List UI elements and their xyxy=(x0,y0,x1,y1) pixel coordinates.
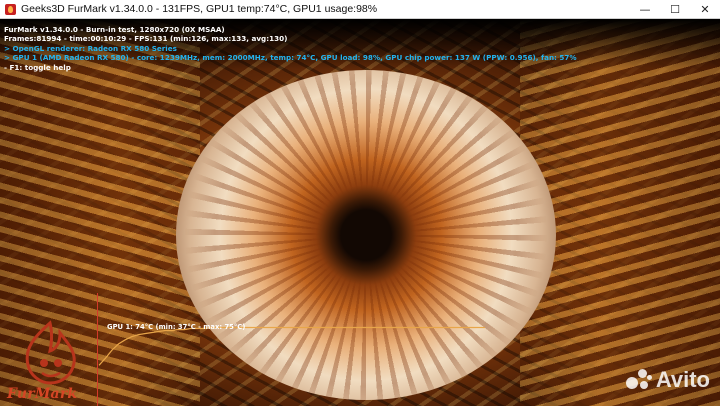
avito-watermark-text: Avito xyxy=(655,367,710,392)
avito-watermark: Avito xyxy=(625,367,710,393)
temperature-curve xyxy=(98,326,485,366)
furmark-logo: FurMark xyxy=(4,319,96,404)
hud-gpu-line: > GPU 1 (AMD Radeon RX 580) - core: 1239… xyxy=(4,53,577,63)
close-button[interactable]: ✕ xyxy=(690,0,720,18)
furmark-logo-text: FurMark xyxy=(7,386,78,402)
hud-title-line: FurMark v1.34.0.0 - Burn-in test, 1280x7… xyxy=(4,25,225,34)
render-canvas[interactable]: FurMark v1.34.0.0 - Burn-in test, 1280x7… xyxy=(0,19,720,406)
window-controls: — ☐ ✕ xyxy=(630,0,720,18)
graph-label: GPU 1: 74°C (min: 37°C - max: 75°C) xyxy=(107,323,246,331)
minimize-button[interactable]: — xyxy=(630,0,660,18)
furmark-window: Geeks3D FurMark v1.34.0.0 - 131FPS, GPU1… xyxy=(0,0,720,406)
furmark-app-icon[interactable] xyxy=(5,3,16,15)
avito-dots-icon xyxy=(625,369,652,391)
hud-help-line: - F1: toggle help xyxy=(4,62,71,72)
maximize-button[interactable]: ☐ xyxy=(660,0,690,18)
hud-renderer-line: > OpenGL renderer: Radeon RX 580 Series xyxy=(4,43,177,53)
hud-overlay: FurMark v1.34.0.0 - Burn-in test, 1280x7… xyxy=(4,25,577,72)
hud-frames-line: Frames:81994 - time:00:10:29 - FPS:131 (… xyxy=(4,34,288,44)
furmark-flame-icon xyxy=(25,320,76,385)
window-title: Geeks3D FurMark v1.34.0.0 - 131FPS, GPU1… xyxy=(21,3,378,15)
title-bar[interactable]: Geeks3D FurMark v1.34.0.0 - 131FPS, GPU1… xyxy=(0,0,720,19)
